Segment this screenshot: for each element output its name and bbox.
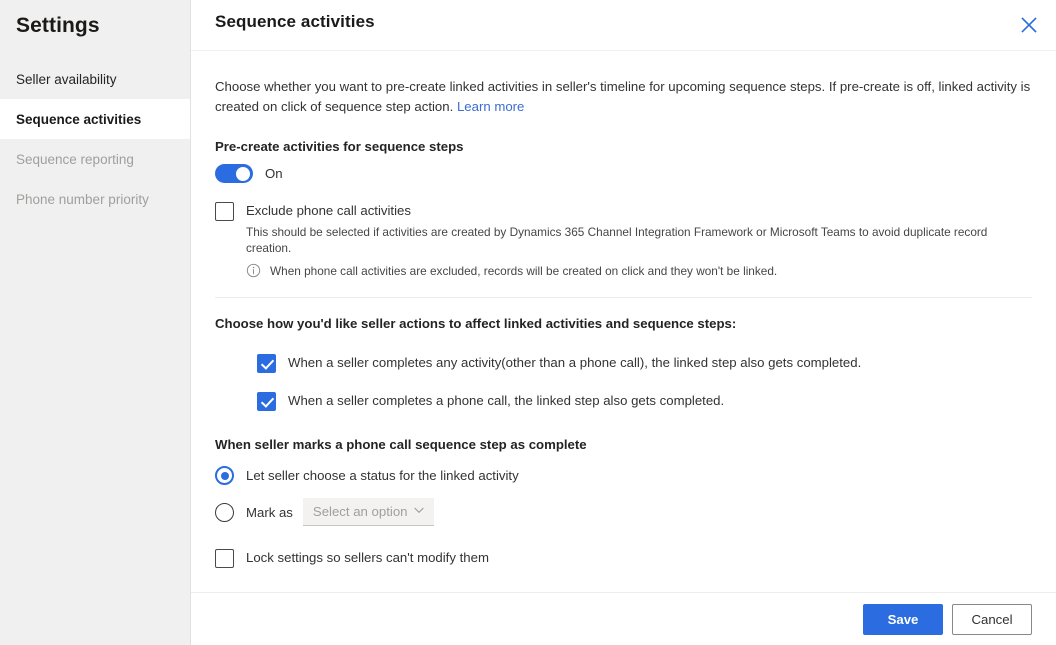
precreate-heading: Pre-create activities for sequence steps — [215, 139, 464, 154]
dropdown-placeholder: Select an option — [312, 504, 408, 519]
checkbox-box[interactable] — [257, 354, 276, 373]
dialog-footer: Save Cancel — [191, 592, 1056, 645]
radio-let-seller-choose[interactable]: Let seller choose a status for the linke… — [215, 466, 519, 485]
lock-settings-label: Lock settings so sellers can't modify th… — [246, 550, 489, 565]
settings-main-panel: Sequence activities Choose whether you w… — [191, 0, 1056, 645]
seller-action-option-any-activity[interactable]: When a seller completes any activity(oth… — [257, 353, 861, 373]
toggle-state-label: On — [265, 166, 283, 181]
exclude-phone-call-help: This should be selected if activities ar… — [246, 225, 988, 255]
panel-description-text: Choose whether you want to pre-create li… — [215, 79, 1031, 114]
sidebar-item-seller-availability[interactable]: Seller availability — [0, 59, 190, 99]
info-note-text: When phone call activities are excluded,… — [270, 264, 778, 278]
toggle-switch-track[interactable] — [215, 164, 253, 183]
seller-action-option-phone-call[interactable]: When a seller completes a phone call, th… — [257, 391, 724, 411]
radio-label: Let seller choose a status for the linke… — [246, 468, 519, 483]
page-title: Sequence activities — [215, 12, 375, 31]
sidebar-item-label: Phone number priority — [16, 191, 149, 207]
mark-as-dropdown[interactable]: Select an option — [302, 498, 434, 526]
settings-dialog: Settings Seller availability Sequence ac… — [0, 0, 1056, 645]
sidebar-item-sequence-reporting[interactable]: Sequence reporting — [0, 139, 190, 179]
checkbox-box[interactable] — [257, 392, 276, 411]
radio-mark-as[interactable]: Mark as Select an option — [215, 498, 434, 526]
checkbox-box[interactable] — [215, 549, 234, 568]
checkbox-box[interactable] — [215, 202, 234, 221]
settings-sidebar: Settings Seller availability Sequence ac… — [0, 0, 191, 645]
panel-body: Choose whether you want to pre-create li… — [191, 77, 1056, 568]
seller-action-option-label: When a seller completes any activity(oth… — [288, 355, 862, 370]
sidebar-item-label: Sequence reporting — [16, 151, 134, 167]
sidebar-nav: Seller availability Sequence activities … — [0, 59, 190, 219]
exclude-phone-call-checkbox[interactable]: Exclude phone call activities — [215, 201, 411, 221]
panel-description: Choose whether you want to pre-create li… — [215, 77, 1032, 117]
radio-button[interactable] — [215, 502, 234, 522]
exclude-phone-call-note: When phone call activities are excluded,… — [246, 263, 1032, 279]
close-button[interactable] — [1011, 7, 1047, 43]
precreate-toggle[interactable]: On — [215, 164, 283, 183]
toggle-switch-knob — [236, 166, 250, 181]
panel-header: Sequence activities — [191, 0, 1056, 51]
radio-label: Mark as — [246, 504, 293, 520]
phone-complete-heading: When seller marks a phone call sequence … — [215, 437, 587, 452]
section-divider — [215, 297, 1032, 298]
save-button[interactable]: Save — [863, 603, 943, 635]
cancel-button[interactable]: Cancel — [952, 603, 1032, 635]
exclude-phone-call-label: Exclude phone call activities — [246, 203, 411, 218]
sidebar-item-label: Seller availability — [16, 71, 117, 87]
sidebar-item-sequence-activities[interactable]: Sequence activities — [0, 99, 190, 139]
learn-more-link[interactable]: Learn more — [457, 99, 524, 114]
seller-action-option-label: When a seller completes a phone call, th… — [288, 393, 725, 408]
lock-settings-checkbox[interactable]: Lock settings so sellers can't modify th… — [215, 548, 489, 568]
sidebar-item-label: Sequence activities — [16, 111, 142, 127]
radio-button[interactable] — [215, 466, 234, 485]
sidebar-title: Settings — [16, 14, 100, 37]
info-icon — [246, 263, 261, 278]
sidebar-item-phone-number-priority[interactable]: Phone number priority — [0, 179, 190, 219]
seller-actions-heading: Choose how you'd like seller actions to … — [215, 316, 737, 331]
close-icon — [1021, 17, 1037, 33]
chevron-down-icon — [413, 503, 425, 521]
